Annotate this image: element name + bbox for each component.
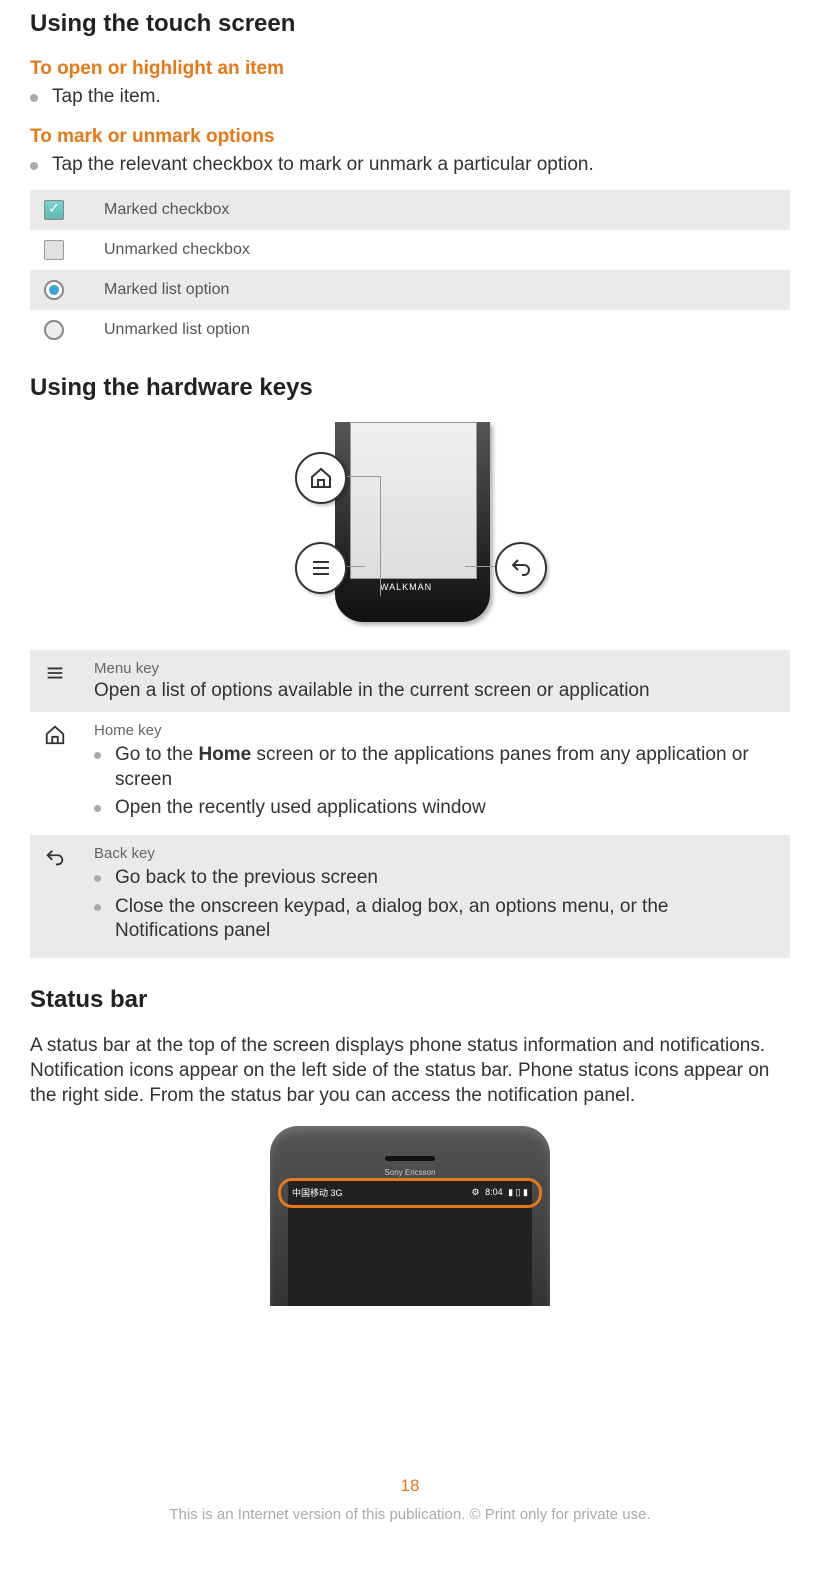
bullet-icon [30,162,38,170]
bullet-icon [30,94,38,102]
home-key-row: Home key Go to the Home screen or to the… [30,712,790,835]
legend-row: Marked list option [30,270,790,310]
open-item-heading: To open or highlight an item [30,58,790,80]
phone-brand: Sony Ericsson [384,1168,435,1177]
legend-label: Unmarked list option [104,321,250,339]
back-key-bullet: Go back to the previous screen [94,866,776,891]
mark-options-heading: To mark or unmark options [30,126,790,148]
text: Go back to the previous screen [115,866,378,891]
status-bar-diagram: Sony Ericsson 中国移动 3G ⚙ 8:04 ▮ ▯ ▮ [30,1126,790,1306]
text: Go to the [115,744,198,765]
touch-heading: Using the touch screen [30,10,790,38]
hardware-heading: Using the hardware keys [30,374,790,402]
text: Close the onscreen keypad, a dialog box,… [115,895,776,944]
menu-icon [44,660,74,702]
bullet-icon [94,752,101,759]
page-content: Using the touch screen To open or highli… [0,10,820,1543]
footer-note: This is an Internet version of this publ… [30,1506,790,1523]
status-bar-content: 中国移动 3G ⚙ 8:04 ▮ ▯ ▮ [292,1184,528,1200]
phone-logo: WALKMAN [380,582,432,592]
open-item-text: Tap the item. [52,86,161,108]
hardware-keys-legend: Menu key Open a list of options availabl… [30,650,790,958]
status-right: ⚙ 8:04 ▮ ▯ ▮ [472,1187,529,1198]
legend-label: Marked checkbox [104,201,229,219]
status-left: 中国移动 3G [292,1186,343,1199]
bullet-icon [94,875,101,882]
legend-row: Marked checkbox [30,190,790,230]
hardware-keys-diagram: WALKMAN [30,422,790,632]
back-key-row: Back key Go back to the previous screen … [30,835,790,958]
back-key-title: Back key [94,845,776,862]
legend-row: Unmarked list option [30,310,790,350]
mark-options-text: Tap the relevant checkbox to mark or unm… [52,154,594,176]
open-item-bullet: Tap the item. [30,86,790,108]
legend-label: Marked list option [104,281,229,299]
menu-key-title: Menu key [94,660,776,677]
phone-screen [350,422,477,579]
back-key-bullet: Close the onscreen keypad, a dialog box,… [94,895,776,944]
bullet-icon [94,904,101,911]
status-bar-paragraph: A status bar at the top of the screen di… [30,1034,790,1108]
bullet-icon [94,805,101,812]
home-icon [44,722,74,825]
home-key-bullet: Open the recently used applications wind… [94,796,776,821]
mark-options-bullet: Tap the relevant checkbox to mark or unm… [30,154,790,176]
text: Open the recently used applications wind… [115,796,486,821]
menu-key-desc: Open a list of options available in the … [94,680,776,702]
home-key-callout [295,452,347,504]
legend-row: Unmarked checkbox [30,230,790,270]
legend-label: Unmarked checkbox [104,241,250,259]
checkbox-legend: Marked checkbox Unmarked checkbox Marked… [30,190,790,350]
menu-key-row: Menu key Open a list of options availabl… [30,650,790,712]
phone-earpiece [385,1156,435,1161]
marked-radio-icon [44,280,84,300]
marked-checkbox-icon [44,200,84,220]
text-bold: Home [198,744,251,765]
back-icon [509,556,533,580]
back-icon [44,845,74,948]
unmarked-radio-icon [44,320,84,340]
status-bar-heading: Status bar [30,986,790,1014]
home-key-title: Home key [94,722,776,739]
home-key-bullet: Go to the Home screen or to the applicat… [94,743,776,792]
home-icon [309,466,333,490]
unmarked-checkbox-icon [44,240,84,260]
page-number: 18 [30,1476,790,1496]
menu-key-callout [295,542,347,594]
menu-icon [309,556,333,580]
back-key-callout [495,542,547,594]
phone-top-illustration: Sony Ericsson 中国移动 3G ⚙ 8:04 ▮ ▯ ▮ [270,1126,550,1306]
